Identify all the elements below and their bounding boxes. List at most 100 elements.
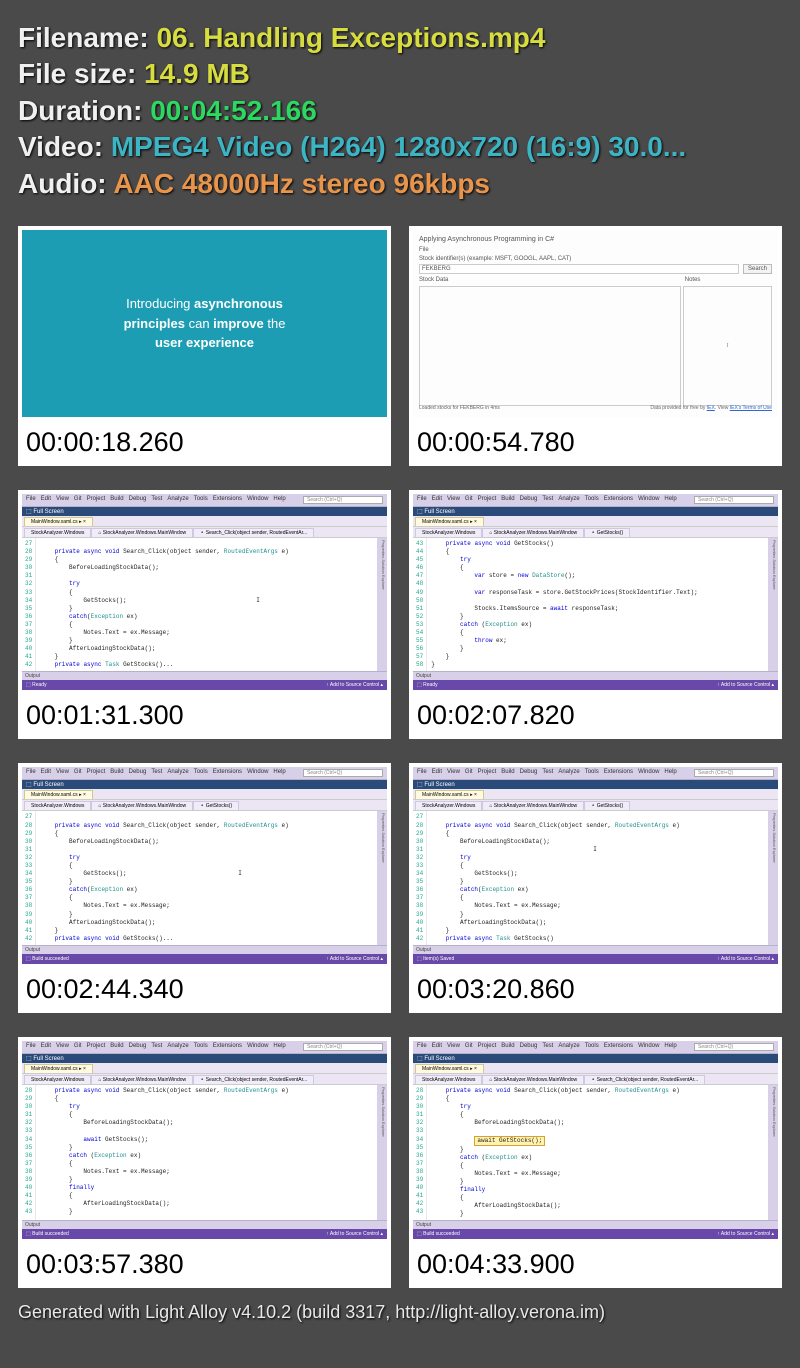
vs-editor: FileEditViewGitProjectBuildDebugTestAnal… [18,1037,391,1244]
timestamp: 00:03:20.860 [409,968,782,1013]
nav-bar: StockAnalyzer.Windows⌂ StockAnalyzer.Win… [413,527,778,538]
window-title: Applying Asynchronous Programming in C# [419,236,772,243]
thumbnail-3: FileEditViewGitProjectBuildDebugTestAnal… [18,490,391,740]
info-filesize: File size: 14.9 MB [18,56,782,92]
nav-bar: StockAnalyzer.Windows⌂ StockAnalyzer.Win… [413,800,778,811]
line-numbers: 28293031323334353637383940414243 [22,1085,36,1221]
status-bar: ⬚ Item(s) Saved↑ Add to Source Control ▴ [413,954,778,964]
fullscreen-bar: ⬚ Full Screen [413,780,778,789]
output-panel: Output [22,1220,387,1229]
menu-bar: FileEditViewGitProjectBuildDebugTestAnal… [413,1041,778,1054]
file-info-block: Filename: 06. Handling Exceptions.mp4 Fi… [18,20,782,202]
info-duration: Duration: 00:04:52.166 [18,93,782,129]
tab-active: MainWindow.xaml.cs ▸ × [415,517,484,526]
notes-area: I [683,286,772,406]
tab-active: MainWindow.xaml.cs ▸ × [24,1064,93,1073]
vs-editor: FileEditViewGitProjectBuildDebugTestAnal… [409,490,782,695]
status-text: Loaded stocks for FEKBERG in 4ms [419,405,500,411]
thumbnail-6: FileEditViewGitProjectBuildDebugTestAnal… [409,763,782,1013]
stock-input: FEKBERG [419,264,739,274]
status-bar: ⬚ Build succeeded↑ Add to Source Control… [22,954,387,964]
code-editor: private async void Search_Click(object s… [36,811,377,945]
thumbnail-8: FileEditViewGitProjectBuildDebugTestAnal… [409,1037,782,1289]
vs-editor: FileEditViewGitProjectBuildDebugTestAnal… [409,1037,782,1244]
side-panel: Properties Solution Explorer [377,538,387,672]
menu-bar: FileEditViewGitProjectBuildDebugTestAnal… [22,494,387,507]
output-panel: Output [22,945,387,954]
timestamp: 00:01:31.300 [18,694,391,739]
document-tabs: MainWindow.xaml.cs ▸ × [22,1063,387,1074]
timestamp: 00:02:44.340 [18,968,391,1013]
document-tabs: MainWindow.xaml.cs ▸ × [413,516,778,527]
side-panel: Properties Solution Explorer [377,1085,387,1221]
thumbnail-1: Introducing asynchronous principles can … [18,226,391,466]
file-menu: File [419,247,772,253]
thumbnail-4: FileEditViewGitProjectBuildDebugTestAnal… [409,490,782,740]
status-bar: ⬚ Build succeeded↑ Add to Source Control… [413,1229,778,1239]
nav-bar: StockAnalyzer.Windows⌂ StockAnalyzer.Win… [22,527,387,538]
timestamp: 00:00:18.260 [18,421,391,466]
search-button: Search [743,264,772,274]
menu-bar: FileEditViewGitProjectBuildDebugTestAnal… [413,494,778,507]
search-box: Search (Ctrl+Q) [694,1043,774,1051]
code-editor: private async void Search_Click(object s… [36,1085,377,1221]
line-numbers: 43444546474849505152535455565758 [413,538,427,672]
info-filename: Filename: 06. Handling Exceptions.mp4 [18,20,782,56]
side-panel: Properties Solution Explorer [768,1085,778,1221]
input-label: Stock identifier(s) (example: MSFT, GOOG… [419,256,772,262]
thumbnail-grid: Introducing asynchronous principles can … [18,226,782,1289]
info-audio: Audio: AAC 48000Hz stereo 96kbps [18,166,782,202]
side-panel: Properties Solution Explorer [377,811,387,945]
tab-active: MainWindow.xaml.cs ▸ × [24,517,93,526]
attribution: Data provided for free by IEX. View IEX'… [650,405,772,411]
output-panel: Output [413,1220,778,1229]
menu-bar: FileEditViewGitProjectBuildDebugTestAnal… [413,767,778,780]
timestamp: 00:04:33.900 [409,1243,782,1288]
vs-editor: FileEditViewGitProjectBuildDebugTestAnal… [18,763,391,968]
search-box: Search (Ctrl+Q) [303,769,383,777]
thumbnail-2: Applying Asynchronous Programming in C# … [409,226,782,466]
thumbnail-7: FileEditViewGitProjectBuildDebugTestAnal… [18,1037,391,1289]
tab-active: MainWindow.xaml.cs ▸ × [24,790,93,799]
nav-bar: StockAnalyzer.Windows⌂ StockAnalyzer.Win… [22,1074,387,1085]
vs-editor: FileEditViewGitProjectBuildDebugTestAnal… [409,763,782,968]
code-editor: private async void Search_Click(object s… [427,811,768,945]
app-window: Applying Asynchronous Programming in C# … [409,226,782,421]
output-panel: Output [413,671,778,680]
status-bar: ⬚ Build succeeded↑ Add to Source Control… [22,1229,387,1239]
stock-data-area [419,286,681,406]
code-editor: private async void Search_Click(object s… [36,538,377,672]
output-panel: Output [413,945,778,954]
search-box: Search (Ctrl+Q) [694,496,774,504]
fullscreen-bar: ⬚ Full Screen [413,507,778,516]
timestamp: 00:03:57.380 [18,1243,391,1288]
col-notes: Notes [685,277,772,283]
generator-footer: Generated with Light Alloy v4.10.2 (buil… [18,1302,782,1323]
tab-active: MainWindow.xaml.cs ▸ × [415,1064,484,1073]
thumbnail-5: FileEditViewGitProjectBuildDebugTestAnal… [18,763,391,1013]
fullscreen-bar: ⬚ Full Screen [22,507,387,516]
fullscreen-bar: ⬚ Full Screen [22,780,387,789]
status-bar: ⬚ Ready↑ Add to Source Control ▴ [22,680,387,690]
fullscreen-bar: ⬚ Full Screen [22,1054,387,1063]
output-panel: Output [22,671,387,680]
nav-bar: StockAnalyzer.Windows⌂ StockAnalyzer.Win… [22,800,387,811]
side-panel: Properties Solution Explorer [768,811,778,945]
search-box: Search (Ctrl+Q) [303,496,383,504]
nav-bar: StockAnalyzer.Windows⌂ StockAnalyzer.Win… [413,1074,778,1085]
document-tabs: MainWindow.xaml.cs ▸ × [413,789,778,800]
line-numbers: 27282930313233343536373839404142 [22,538,36,672]
timestamp: 00:00:54.780 [409,421,782,466]
document-tabs: MainWindow.xaml.cs ▸ × [413,1063,778,1074]
timestamp: 00:02:07.820 [409,694,782,739]
col-stock-data: Stock Data [419,277,681,283]
status-bar: ⬚ Ready↑ Add to Source Control ▴ [413,680,778,690]
vs-editor: FileEditViewGitProjectBuildDebugTestAnal… [18,490,391,695]
line-numbers: 27282930313233343536373839404142 [413,811,427,945]
code-editor: private async void GetStocks() { try { v… [427,538,768,672]
code-editor: private async void Search_Click(object s… [427,1085,768,1221]
slide-content: Introducing asynchronous principles can … [18,226,391,421]
info-video: Video: MPEG4 Video (H264) 1280x720 (16:9… [18,129,782,165]
side-panel: Properties Solution Explorer [768,538,778,672]
line-numbers: 27282930313233343536373839404142 [22,811,36,945]
